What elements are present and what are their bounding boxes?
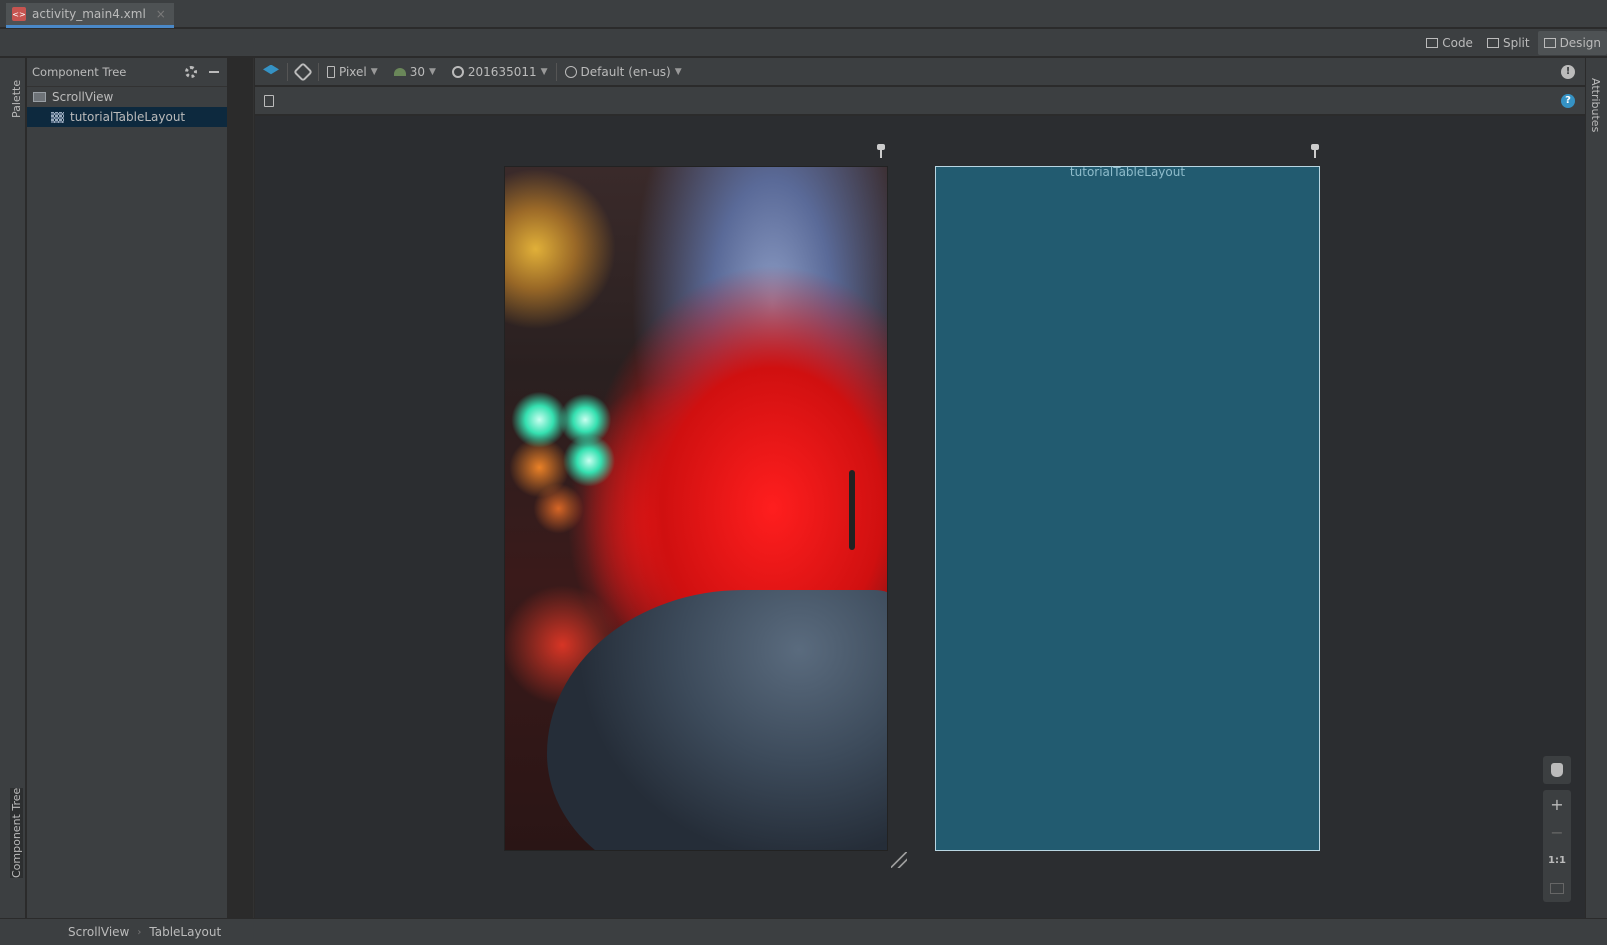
umbrella-tip-image	[849, 470, 855, 550]
layers-icon	[263, 64, 279, 75]
left-tool-strip: Palette Component Tree	[0, 58, 26, 918]
pin-icon[interactable]	[877, 144, 885, 158]
device-label: Pixel	[339, 64, 367, 79]
theme-icon	[451, 65, 464, 78]
component-tree-tool-tab[interactable]: Component Tree	[10, 787, 23, 878]
chevron-down-icon: ▼	[370, 66, 378, 77]
pan-button[interactable]	[1543, 756, 1571, 784]
close-icon[interactable]: ×	[156, 7, 166, 21]
chevron-down-icon: ▼	[540, 66, 548, 77]
design-icon	[1543, 38, 1556, 48]
secondary-toolbar: ?	[255, 87, 1585, 115]
device-preview[interactable]	[504, 166, 888, 851]
editor-tab-bar: <> activity_main4.xml ×	[0, 0, 1607, 28]
attributes-tool-tab[interactable]: Attributes	[1589, 78, 1602, 132]
phone-icon	[327, 65, 335, 78]
tree-item-scrollview[interactable]: ScrollView	[27, 87, 227, 107]
blueprint-toggle-icon[interactable]	[264, 95, 274, 107]
tree-item-label: ScrollView	[52, 90, 114, 104]
file-tab-label: activity_main4.xml	[32, 7, 146, 21]
component-tree-header: Component Tree	[27, 58, 227, 87]
zoom-out-button[interactable]: −	[1543, 818, 1571, 846]
design-label: Design	[1559, 36, 1601, 50]
zoom-group: + − 1:1	[1543, 790, 1571, 902]
breadcrumb: ScrollView › TableLayout	[0, 918, 1607, 945]
zoom-in-button[interactable]: +	[1543, 790, 1571, 818]
theme-label: 201635011	[467, 64, 537, 79]
gear-icon[interactable]	[185, 66, 197, 78]
attributes-label: Attributes	[1589, 78, 1602, 133]
pin-icon[interactable]	[1311, 144, 1319, 158]
warning-icon[interactable]: !	[1561, 65, 1575, 79]
chevron-down-icon: ▼	[428, 66, 436, 77]
collapse-icon[interactable]	[209, 71, 219, 73]
hand-icon	[1551, 763, 1563, 777]
design-mode-button[interactable]: Design	[1537, 31, 1607, 55]
locale-label: Default (en-us)	[580, 64, 671, 79]
split-label: Split	[1502, 36, 1530, 50]
right-tool-strip: Attributes	[1585, 58, 1607, 918]
device-dropdown[interactable]: Pixel ▼	[319, 58, 386, 85]
resize-handle-icon[interactable]	[891, 852, 907, 868]
breadcrumb-item[interactable]: TableLayout	[149, 925, 221, 939]
palette-label: Palette	[10, 79, 23, 118]
mode-bar: Code Split Design	[0, 29, 1607, 57]
blueprint-preview[interactable]: tutorialTableLayout	[935, 165, 1320, 851]
split-icon	[1486, 38, 1499, 48]
android-icon	[393, 67, 406, 76]
table-layout-icon	[51, 111, 64, 123]
api-dropdown[interactable]: 30 ▼	[386, 58, 444, 85]
design-surface-button[interactable]	[255, 58, 287, 85]
api-label: 30	[409, 64, 425, 79]
help-icon[interactable]: ?	[1561, 94, 1575, 108]
orientation-button[interactable]	[288, 58, 318, 85]
split-mode-button[interactable]: Split	[1481, 31, 1536, 55]
component-tree-panel: Component Tree ScrollView tutorialTableL…	[27, 58, 228, 918]
fit-screen-icon	[1550, 882, 1564, 894]
code-label: Code	[1442, 36, 1473, 50]
rotate-icon	[293, 61, 313, 82]
tree-item-tablelayout[interactable]: tutorialTableLayout	[27, 107, 227, 127]
design-canvas[interactable]	[255, 116, 1585, 918]
zoom-to-fit-button[interactable]	[1543, 874, 1571, 902]
theme-dropdown[interactable]: 201635011 ▼	[444, 58, 556, 85]
locale-dropdown[interactable]: Default (en-us) ▼	[557, 58, 690, 85]
breadcrumb-item[interactable]: ScrollView	[68, 925, 129, 939]
tree-item-label: tutorialTableLayout	[70, 110, 186, 124]
code-mode-button[interactable]: Code	[1420, 31, 1479, 55]
zoom-controls: + − 1:1	[1543, 756, 1571, 902]
panel-gutter	[229, 58, 254, 918]
chevron-right-icon: ›	[137, 926, 142, 938]
umbrella-image	[547, 590, 887, 850]
component-tree-tab-label: Component Tree	[10, 787, 23, 878]
xml-file-icon: <>	[12, 7, 26, 21]
chevron-down-icon: ▼	[674, 66, 682, 77]
zoom-actual-size-button[interactable]: 1:1	[1543, 846, 1571, 874]
design-toolbar: Pixel ▼ 30 ▼ 201635011 ▼ Default (en-us)…	[255, 58, 1585, 86]
palette-tool-tab[interactable]: Palette	[10, 80, 23, 118]
file-tab[interactable]: <> activity_main4.xml ×	[6, 3, 174, 28]
scrollview-icon	[33, 92, 46, 102]
globe-icon	[564, 65, 577, 78]
code-icon	[1426, 38, 1439, 48]
component-tree-title: Component Tree	[32, 65, 127, 79]
blueprint-component-label: tutorialTableLayout	[1069, 165, 1186, 179]
